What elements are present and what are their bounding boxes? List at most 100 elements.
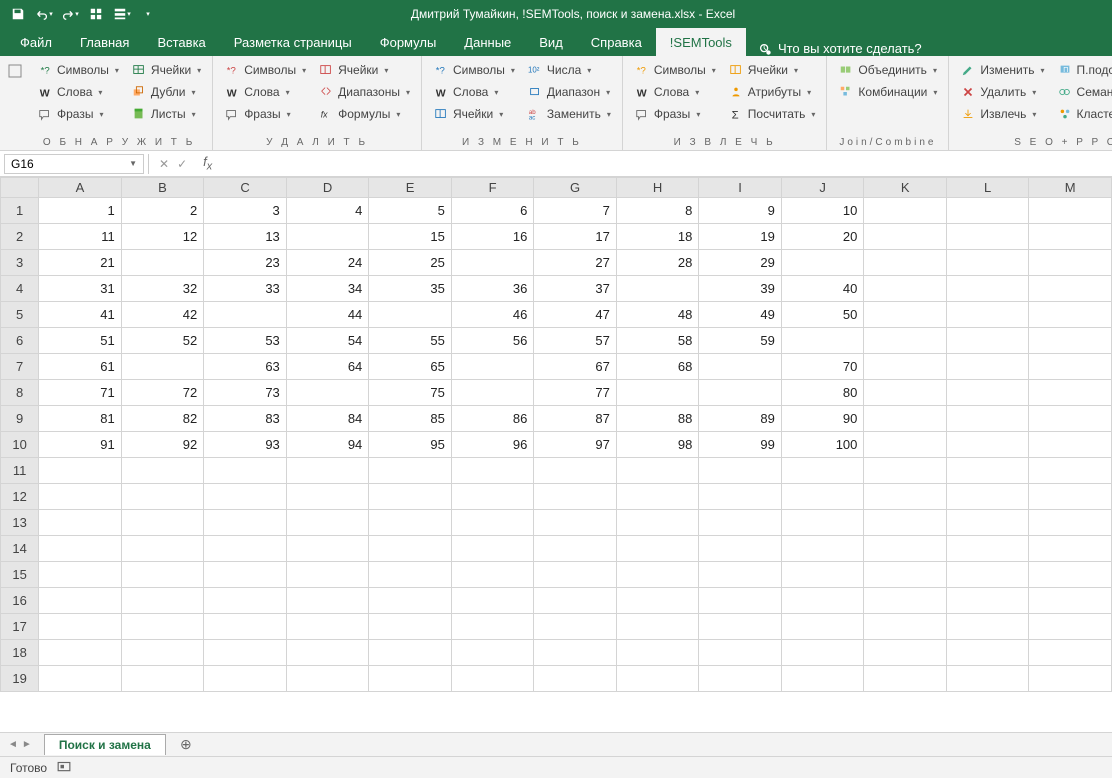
cell-I8[interactable] <box>699 380 782 406</box>
cell-K8[interactable] <box>864 380 947 406</box>
row-header-16[interactable]: 16 <box>1 588 39 614</box>
ribbon-btn-слова[interactable]: WСлова▾ <box>32 81 124 103</box>
cell-K3[interactable] <box>864 250 947 276</box>
cell-J9[interactable]: 90 <box>781 406 864 432</box>
cell-C14[interactable] <box>204 536 287 562</box>
cell-K19[interactable] <box>864 666 947 692</box>
cell-H10[interactable]: 98 <box>616 432 699 458</box>
cell-H12[interactable] <box>616 484 699 510</box>
cell-E15[interactable] <box>369 562 452 588</box>
cell-J6[interactable] <box>781 328 864 354</box>
cell-G9[interactable]: 87 <box>534 406 617 432</box>
ribbon-btn-ячейки[interactable]: Ячейки▾ <box>126 59 206 81</box>
cell-I4[interactable]: 39 <box>699 276 782 302</box>
cell-F2[interactable]: 16 <box>451 224 534 250</box>
cell-I13[interactable] <box>699 510 782 536</box>
cell-H2[interactable]: 18 <box>616 224 699 250</box>
ribbon-btn-извлечь[interactable]: Извлечь▾ <box>955 103 1049 125</box>
cell-L12[interactable] <box>946 484 1029 510</box>
cell-K2[interactable] <box>864 224 947 250</box>
cell-E16[interactable] <box>369 588 452 614</box>
ribbon-btn-заменить[interactable]: abacЗаменить▾ <box>522 103 616 125</box>
tab-вид[interactable]: Вид <box>525 28 577 56</box>
cancel-formula-icon[interactable]: ✕ <box>159 157 169 171</box>
cell-B16[interactable] <box>121 588 204 614</box>
cell-A9[interactable]: 81 <box>39 406 122 432</box>
cell-B8[interactable]: 72 <box>121 380 204 406</box>
cell-E12[interactable] <box>369 484 452 510</box>
ribbon-btn-семант.анализ[interactable]: Семант.анализ▾ <box>1052 81 1112 103</box>
col-header-C[interactable]: C <box>204 178 287 198</box>
cell-H11[interactable] <box>616 458 699 484</box>
sheet-tab-active[interactable]: Поиск и замена <box>44 734 166 755</box>
row-header-13[interactable]: 13 <box>1 510 39 536</box>
cell-E4[interactable]: 35 <box>369 276 452 302</box>
cell-L11[interactable] <box>946 458 1029 484</box>
cell-B3[interactable] <box>121 250 204 276</box>
cell-G7[interactable]: 67 <box>534 354 617 380</box>
cell-E1[interactable]: 5 <box>369 198 452 224</box>
cell-M3[interactable] <box>1029 250 1112 276</box>
cell-F18[interactable] <box>451 640 534 666</box>
cell-G15[interactable] <box>534 562 617 588</box>
cell-E19[interactable] <box>369 666 452 692</box>
cell-M13[interactable] <box>1029 510 1112 536</box>
cell-J17[interactable] <box>781 614 864 640</box>
cell-E18[interactable] <box>369 640 452 666</box>
col-header-H[interactable]: H <box>616 178 699 198</box>
cell-L13[interactable] <box>946 510 1029 536</box>
tab-данные[interactable]: Данные <box>450 28 525 56</box>
tab-вставка[interactable]: Вставка <box>143 28 219 56</box>
cell-E17[interactable] <box>369 614 452 640</box>
cell-A2[interactable]: 11 <box>39 224 122 250</box>
qat-more[interactable]: ▾ <box>136 2 160 26</box>
cell-G19[interactable] <box>534 666 617 692</box>
cell-G13[interactable] <box>534 510 617 536</box>
cell-D14[interactable] <box>286 536 369 562</box>
cell-L14[interactable] <box>946 536 1029 562</box>
tab-главная[interactable]: Главная <box>66 28 143 56</box>
cell-K12[interactable] <box>864 484 947 510</box>
ribbon-btn-ячейки[interactable]: Ячейки▾ <box>723 59 821 81</box>
cell-D13[interactable] <box>286 510 369 536</box>
tab-справка[interactable]: Справка <box>577 28 656 56</box>
ribbon-btn-слова[interactable]: WСлова▾ <box>629 81 721 103</box>
cell-D18[interactable] <box>286 640 369 666</box>
cell-M17[interactable] <box>1029 614 1112 640</box>
cell-C18[interactable] <box>204 640 287 666</box>
cell-H18[interactable] <box>616 640 699 666</box>
cell-H1[interactable]: 8 <box>616 198 699 224</box>
cell-F16[interactable] <box>451 588 534 614</box>
cell-I18[interactable] <box>699 640 782 666</box>
cell-F19[interactable] <box>451 666 534 692</box>
cell-C4[interactable]: 33 <box>204 276 287 302</box>
cell-I9[interactable]: 89 <box>699 406 782 432</box>
cell-D6[interactable]: 54 <box>286 328 369 354</box>
ribbon-btn-диапазон[interactable]: Диапазон▾ <box>522 81 616 103</box>
cell-L15[interactable] <box>946 562 1029 588</box>
row-header-17[interactable]: 17 <box>1 614 39 640</box>
cell-M10[interactable] <box>1029 432 1112 458</box>
cell-K1[interactable] <box>864 198 947 224</box>
cell-I15[interactable] <box>699 562 782 588</box>
cell-H7[interactable]: 68 <box>616 354 699 380</box>
cell-K18[interactable] <box>864 640 947 666</box>
ribbon-btn-листы[interactable]: Листы▾ <box>126 103 206 125</box>
ribbon-btn-слова[interactable]: WСлова▾ <box>428 81 520 103</box>
cell-F1[interactable]: 6 <box>451 198 534 224</box>
cell-G1[interactable]: 7 <box>534 198 617 224</box>
cell-B6[interactable]: 52 <box>121 328 204 354</box>
ribbon-btn-символы[interactable]: *?Символы▾ <box>32 59 124 81</box>
cell-G2[interactable]: 17 <box>534 224 617 250</box>
cell-B10[interactable]: 92 <box>121 432 204 458</box>
col-header-G[interactable]: G <box>534 178 617 198</box>
ribbon-btn-посчитать[interactable]: ΣПосчитать▾ <box>723 103 821 125</box>
cell-K10[interactable] <box>864 432 947 458</box>
ribbon-btn-изменить[interactable]: Изменить▾ <box>955 59 1049 81</box>
cell-A17[interactable] <box>39 614 122 640</box>
cell-F5[interactable]: 46 <box>451 302 534 328</box>
cell-F17[interactable] <box>451 614 534 640</box>
cell-B2[interactable]: 12 <box>121 224 204 250</box>
cell-D10[interactable]: 94 <box>286 432 369 458</box>
ribbon-btn-фразы[interactable]: Фразы▾ <box>629 103 721 125</box>
